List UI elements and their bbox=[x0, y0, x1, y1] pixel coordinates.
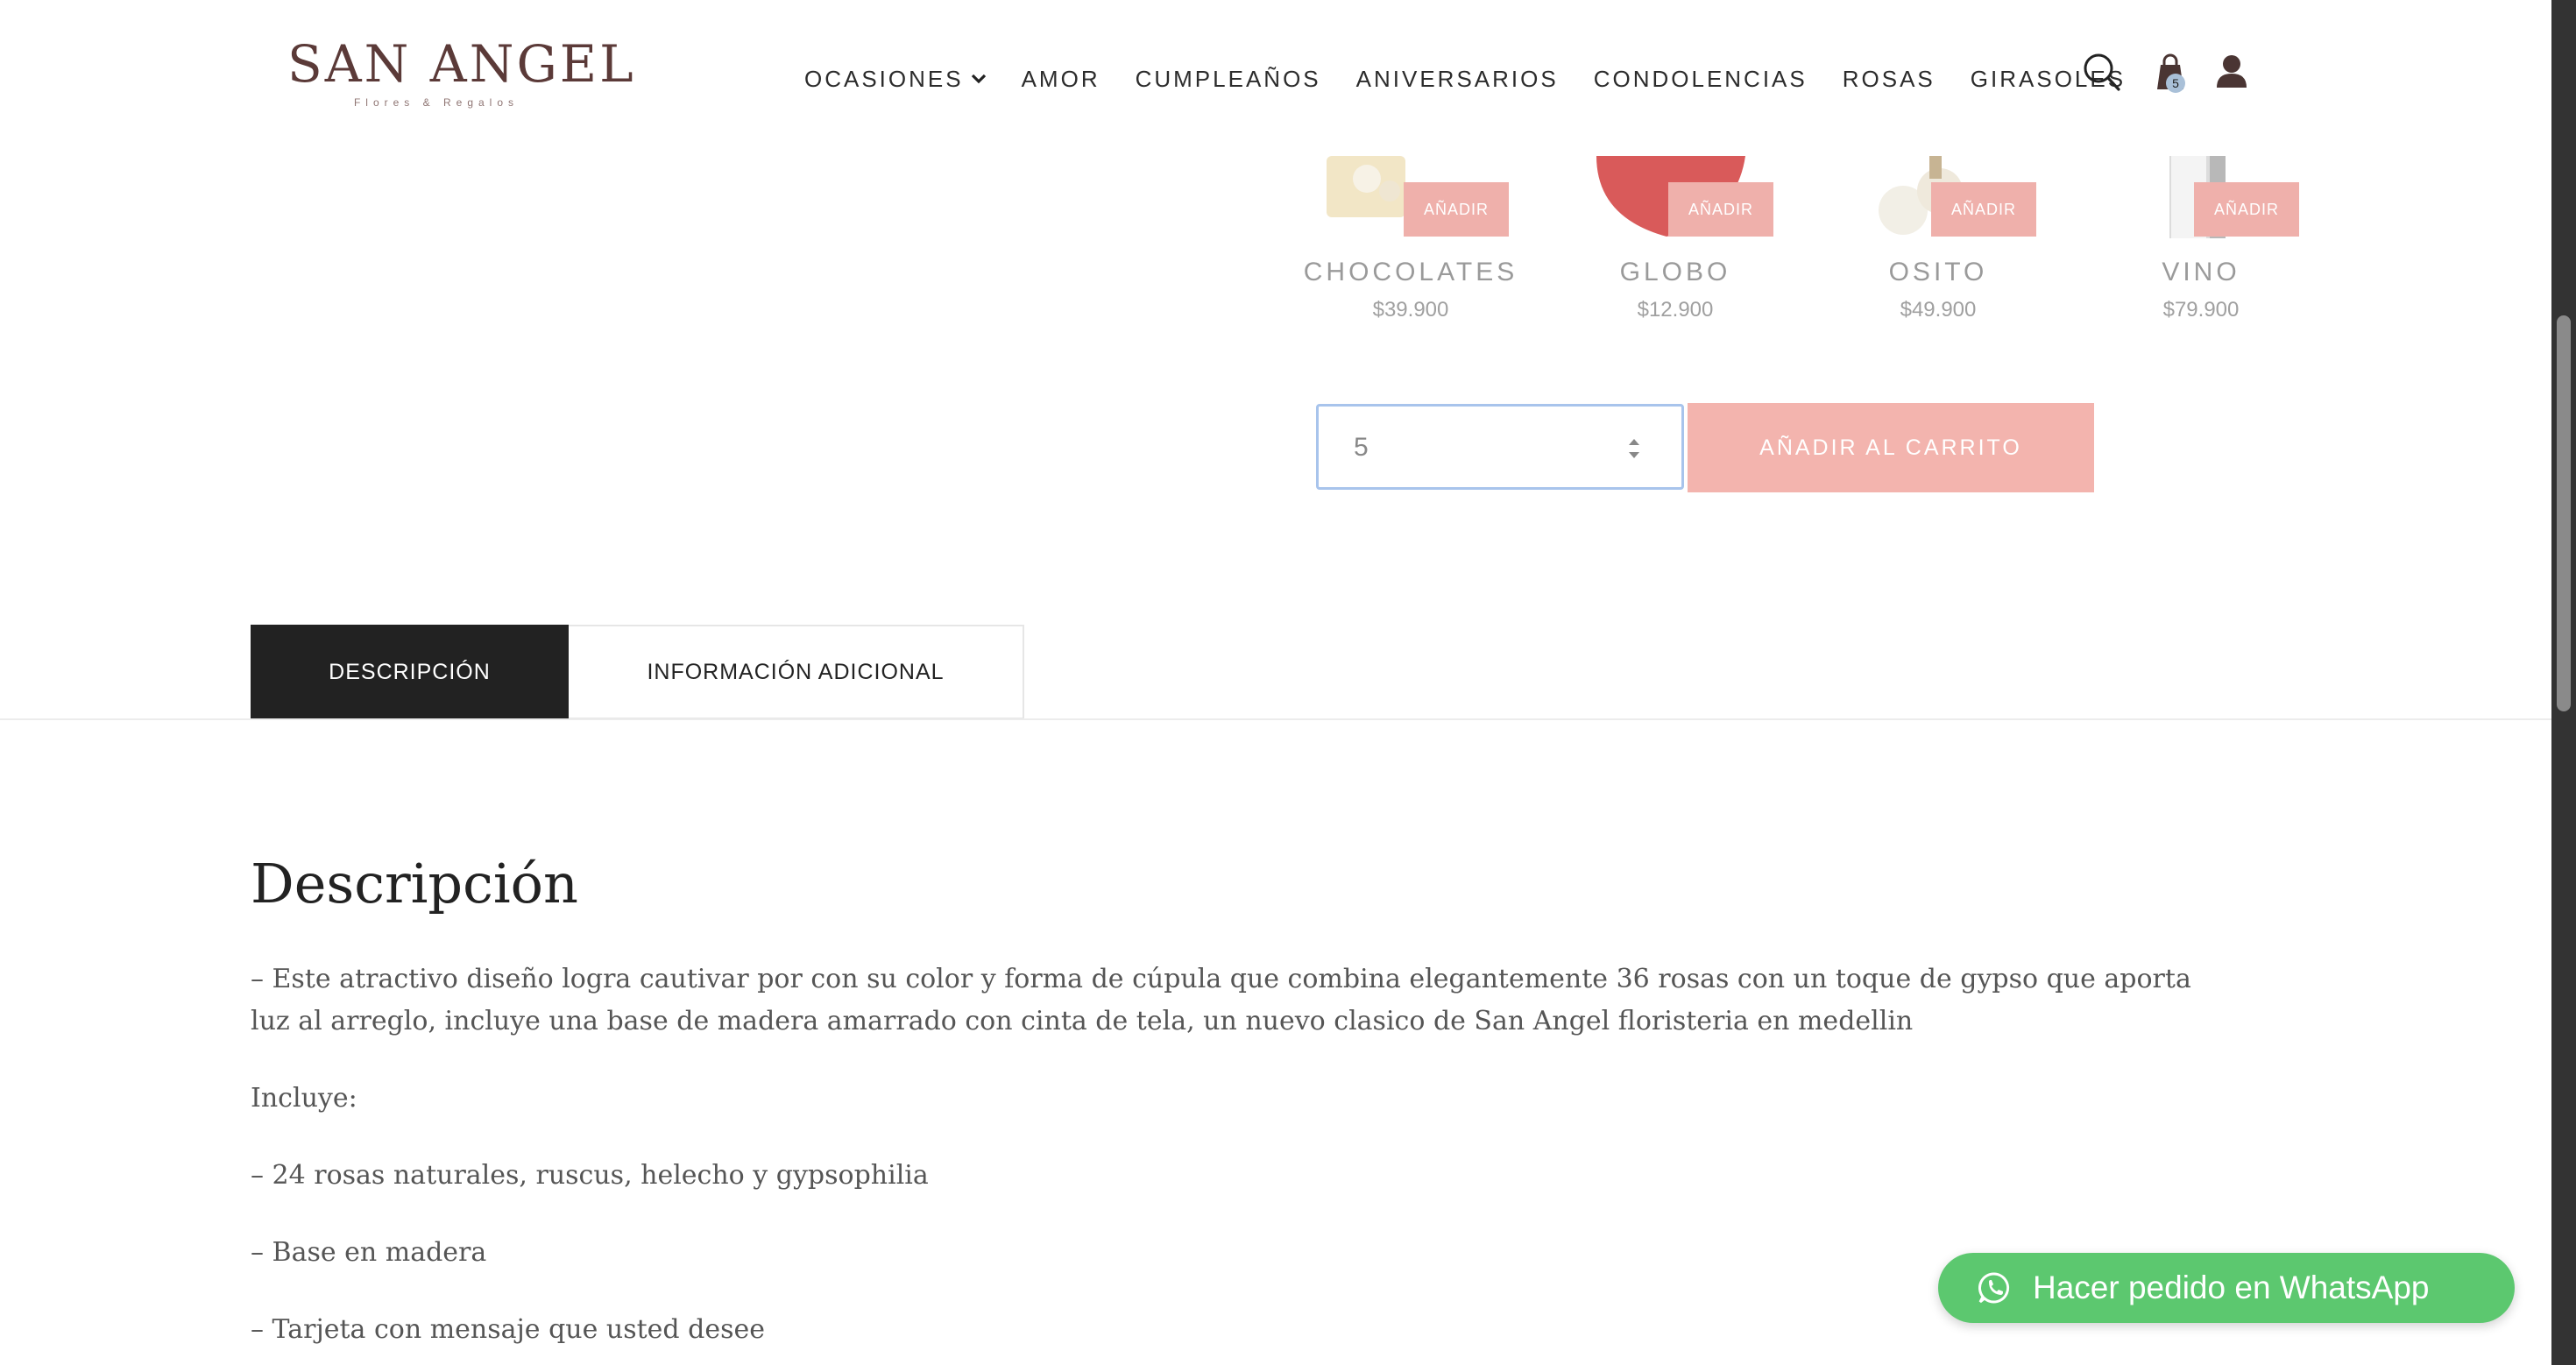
quantity-stepper-icon[interactable] bbox=[1624, 433, 1645, 464]
addon-product-globo: AÑADIR GLOBO $12.900 bbox=[1570, 156, 1780, 331]
addon-price: $79.900 bbox=[2162, 298, 2240, 322]
addon-name: OSITO bbox=[1888, 258, 1988, 286]
addon-add-button[interactable]: AÑADIR bbox=[1404, 182, 1509, 237]
tab-informacion-adicional[interactable]: INFORMACIÓN ADICIONAL bbox=[569, 625, 1024, 719]
addon-add-button[interactable]: AÑADIR bbox=[1931, 182, 2036, 237]
addon-name: VINO bbox=[2162, 258, 2240, 286]
whatsapp-icon bbox=[1978, 1272, 2010, 1304]
brand-name: SAN ANGEL bbox=[287, 34, 636, 94]
description-paragraph: – 24 rosas naturales, ruscus, helecho y … bbox=[251, 1160, 929, 1191]
nav-item-label: OCASIONES bbox=[804, 65, 964, 92]
brand-tagline: Flores & Regalos bbox=[353, 96, 520, 109]
nav-item-aniversarios[interactable]: ANIVERSARIOS bbox=[1356, 66, 1559, 93]
chevron-down-icon bbox=[971, 74, 986, 84]
nav-item-rosas[interactable]: ROSAS bbox=[1843, 66, 1936, 93]
addon-name: GLOBO bbox=[1619, 258, 1731, 286]
addon-price: $12.900 bbox=[1637, 298, 1714, 322]
description-paragraph: – Base en madera bbox=[251, 1237, 487, 1268]
scrollbar-thumb[interactable] bbox=[2557, 315, 2571, 711]
site-header: SAN ANGEL Flores & Regalos OCASIONES AMO… bbox=[0, 0, 2551, 156]
addon-price: $39.900 bbox=[1372, 298, 1449, 322]
whatsapp-button-label: Hacer pedido en WhatsApp bbox=[2033, 1270, 2430, 1305]
description-paragraph: Incluye: bbox=[251, 1083, 357, 1114]
account-icon bbox=[2217, 55, 2247, 88]
addon-product-vino: AÑADIR VINO $79.900 bbox=[2096, 156, 2306, 331]
add-to-cart-button[interactable]: AÑADIR AL CARRITO bbox=[1688, 403, 2094, 492]
nav-item-label: ROSAS bbox=[1842, 65, 1936, 92]
nav-item-condolencias[interactable]: CONDOLENCIAS bbox=[1594, 66, 1808, 93]
tab-descripcion[interactable]: DESCRIPCIÓN bbox=[251, 625, 569, 719]
description-paragraph: – Tarjeta con mensaje que usted desee bbox=[251, 1314, 766, 1345]
page: SAN ANGEL Flores & Regalos OCASIONES AMO… bbox=[0, 0, 2551, 1365]
description-title: Descripción bbox=[251, 852, 578, 916]
addon-add-button[interactable]: AÑADIR bbox=[2194, 182, 2299, 237]
page-scrollbar[interactable] bbox=[2551, 0, 2576, 1365]
cart-count-badge: 5 bbox=[2166, 74, 2185, 93]
search-button[interactable] bbox=[2080, 49, 2124, 98]
account-button[interactable] bbox=[2210, 49, 2254, 98]
nav-item-label: AMOR bbox=[1021, 65, 1100, 92]
addon-add-button[interactable]: AÑADIR bbox=[1668, 182, 1773, 237]
quantity-field[interactable] bbox=[1316, 404, 1684, 490]
nav-item-cumpleanos[interactable]: CUMPLEAÑOS bbox=[1136, 66, 1321, 93]
tabs-divider bbox=[0, 718, 2551, 720]
brand-logo[interactable]: SAN ANGEL Flores & Regalos bbox=[287, 33, 636, 114]
nav-item-label: CUMPLEAÑOS bbox=[1135, 65, 1321, 92]
addon-product-chocolates: AÑADIR CHOCOLATES $39.900 bbox=[1304, 156, 1516, 331]
nav-item-ocasiones[interactable]: OCASIONES bbox=[804, 66, 987, 93]
addon-name: CHOCOLATES bbox=[1303, 258, 1518, 286]
search-icon bbox=[2084, 53, 2120, 91]
product-tabs: DESCRIPCIÓN INFORMACIÓN ADICIONAL bbox=[251, 625, 1024, 719]
description-paragraph: – Este atractivo diseño logra cautivar p… bbox=[251, 964, 2191, 1036]
cart-button[interactable]: 5 bbox=[2148, 49, 2192, 98]
addon-product-osito: AÑADIR OSITO $49.900 bbox=[1833, 156, 2043, 331]
addon-price: $49.900 bbox=[1900, 298, 1977, 322]
nav-item-label: CONDOLENCIAS bbox=[1593, 65, 1808, 92]
quantity-input[interactable] bbox=[1354, 428, 1582, 468]
nav-item-label: ANIVERSARIOS bbox=[1355, 65, 1559, 92]
main-nav: OCASIONES AMOR CUMPLEAÑOS ANIVERSARIOS C… bbox=[804, 65, 2126, 93]
nav-item-amor[interactable]: AMOR bbox=[1022, 66, 1100, 93]
whatsapp-order-button[interactable]: Hacer pedido en WhatsApp bbox=[1938, 1253, 2515, 1323]
